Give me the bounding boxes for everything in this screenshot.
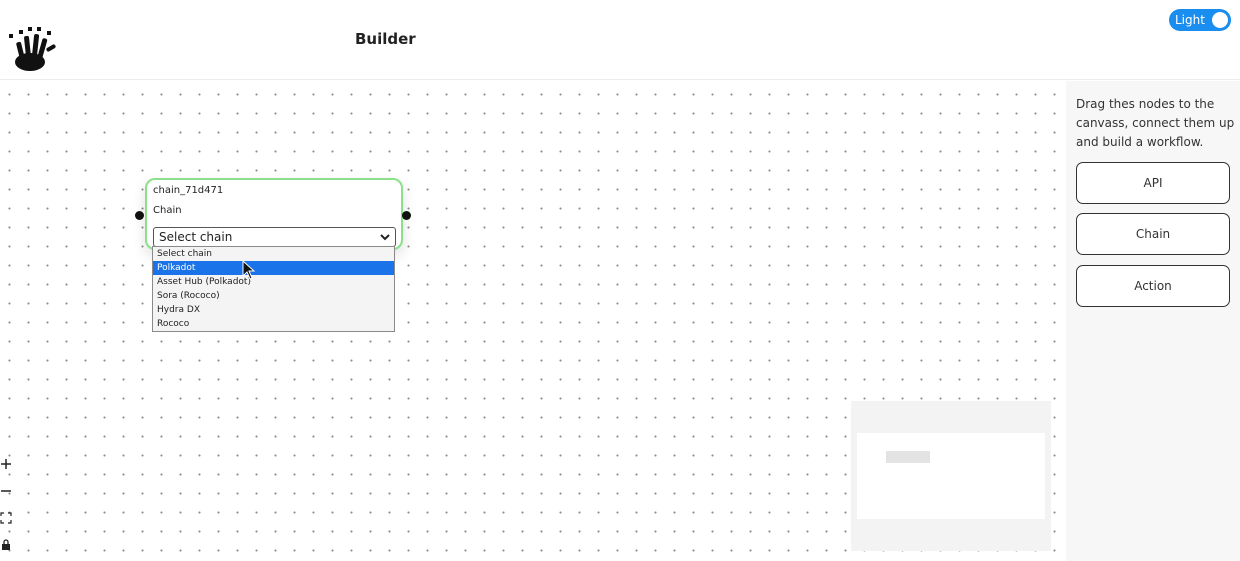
palette-node-api[interactable]: API xyxy=(1076,162,1230,204)
zoom-in-icon[interactable] xyxy=(0,450,14,477)
zoom-out-icon[interactable] xyxy=(0,477,14,504)
sidebar-instructions: Drag thes nodes to the canvass, connect … xyxy=(1076,97,1235,149)
dropdown-option[interactable]: Hydra DX xyxy=(153,303,394,317)
chain-select-value: Select chain xyxy=(159,230,233,244)
palette-node-chain[interactable]: Chain xyxy=(1076,213,1230,255)
dropdown-option[interactable]: Asset Hub (Polkadot) xyxy=(153,275,394,289)
minimap-node xyxy=(886,451,930,463)
node-input-handle[interactable] xyxy=(135,211,144,220)
chain-select[interactable]: Select chain xyxy=(153,227,396,247)
node-id-label: chain_71d471 xyxy=(153,185,224,196)
dropdown-option[interactable]: Sora (Rococo) xyxy=(153,289,394,303)
dropdown-option[interactable]: Rococo xyxy=(153,317,394,331)
toggle-knob[interactable] xyxy=(1212,12,1228,28)
canvas-controls xyxy=(0,450,14,558)
mouse-cursor-icon xyxy=(242,260,256,280)
dropdown-option[interactable]: Select chain xyxy=(153,247,394,261)
node-type-label: Chain xyxy=(153,205,182,216)
palette-node-action[interactable]: Action xyxy=(1076,265,1230,307)
node-output-handle[interactable] xyxy=(402,211,411,220)
page-title: Builder xyxy=(355,30,416,48)
minimap[interactable] xyxy=(851,401,1051,551)
flow-canvas[interactable]: chain_71d471 Chain Select chain Select c… xyxy=(0,81,1066,561)
lock-icon[interactable] xyxy=(0,531,14,558)
chain-node[interactable]: chain_71d471 Chain Select chain xyxy=(145,178,403,250)
theme-toggle-label: Light xyxy=(1175,13,1205,27)
logo-icon xyxy=(9,27,56,71)
node-palette-sidebar: Drag thes nodes to the canvass, connect … xyxy=(1066,81,1240,561)
chevron-down-icon xyxy=(380,234,390,241)
dropdown-option-highlighted[interactable]: Polkadot xyxy=(153,261,394,275)
minimap-viewport xyxy=(857,433,1045,519)
theme-toggle[interactable]: Light xyxy=(1169,9,1231,31)
fit-view-icon[interactable] xyxy=(0,504,14,531)
app-header: Builder Light xyxy=(0,0,1240,80)
chain-select-dropdown[interactable]: Select chain Polkadot Asset Hub (Polkado… xyxy=(152,246,395,332)
